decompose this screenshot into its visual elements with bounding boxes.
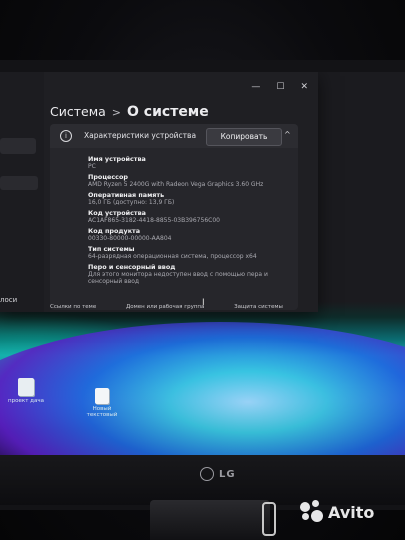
- prop-value-pen-touch: Для этого монитора недоступен ввод с пом…: [88, 271, 268, 285]
- prop-label-device-id: Код устройства: [88, 209, 146, 217]
- lg-circle-icon: [200, 467, 214, 481]
- wallpaper-bloom: [0, 322, 405, 455]
- lg-logo-text: LG: [219, 468, 236, 480]
- close-icon[interactable]: ✕: [300, 82, 308, 92]
- device-properties: Имя устройства PC Процессор AMD Ryzen 5 …: [88, 152, 288, 285]
- info-icon: i: [60, 130, 72, 142]
- sidebar-item-label[interactable]: лоси: [0, 296, 17, 304]
- prop-value-system-type: 64-разрядная операционная система, проце…: [88, 253, 257, 260]
- prop-label-device-name: Имя устройства: [88, 155, 146, 163]
- monitor-stand: [150, 500, 270, 540]
- sidebar-search-input[interactable]: [0, 138, 36, 154]
- settings-sidebar: лоси: [0, 72, 44, 312]
- related-link-protection[interactable]: Защита системы: [234, 304, 283, 310]
- prop-value-ram: 16,0 ГБ (доступно: 13,9 ГБ): [88, 199, 175, 206]
- avito-watermark-text: Avito: [328, 502, 375, 522]
- minimize-icon[interactable]: —: [251, 82, 260, 92]
- desktop-icon-label: Новый текстовый: [86, 406, 118, 418]
- breadcrumb: Система > О системе: [50, 104, 209, 120]
- avito-dots-icon: [300, 500, 324, 524]
- device-specs-title: Характеристики устройства: [84, 131, 197, 140]
- prop-label-processor: Процессор: [88, 173, 128, 181]
- prop-value-product-id: 00330-80000-00000-AA804: [88, 235, 172, 242]
- folder-image-icon: [18, 378, 34, 396]
- related-links-title: Ссылки по теме: [50, 304, 97, 310]
- desktop-icon-project[interactable]: проект дача: [4, 378, 48, 404]
- breadcrumb-parent[interactable]: Система: [50, 104, 106, 119]
- prop-label-system-type: Тип системы: [88, 245, 135, 253]
- device-specs-header[interactable]: i Характеристики устройства Копировать ^: [50, 124, 298, 148]
- breadcrumb-separator-icon: >: [111, 106, 122, 119]
- desktop-icon-text-file[interactable]: Новый текстовый: [80, 388, 124, 418]
- monitor-screen: лоси — ☐ ✕ Система > О системе i Характери…: [0, 72, 405, 455]
- copy-button[interactable]: Копировать: [206, 128, 282, 146]
- window-controls: — ☐ ✕: [251, 82, 308, 92]
- avito-watermark: Avito: [300, 500, 374, 524]
- maximize-icon[interactable]: ☐: [276, 82, 284, 92]
- prop-value-device-name: PC: [88, 163, 96, 170]
- text-document-icon: [95, 388, 109, 404]
- sidebar-item-system[interactable]: [0, 176, 38, 190]
- related-link-domain[interactable]: Домен или рабочая группа: [126, 304, 204, 310]
- related-links: Ссылки по теме Домен или рабочая группа …: [50, 304, 312, 312]
- prop-value-device-id: AC1AF865-3182-4418-8855-03B396756C00: [88, 217, 220, 224]
- device-specs-card: i Характеристики устройства Копировать ^…: [50, 124, 298, 310]
- chevron-up-icon[interactable]: ^: [284, 130, 291, 139]
- prop-label-ram: Оперативная память: [88, 191, 165, 199]
- page-title: О системе: [127, 104, 209, 120]
- prop-label-pen-touch: Перо и сенсорный ввод: [88, 263, 176, 271]
- desktop-icon-label: проект дача: [8, 398, 44, 404]
- prop-value-processor: AMD Ryzen 5 2400G with Radeon Vega Graph…: [88, 181, 264, 188]
- prop-label-product-id: Код продукта: [88, 227, 141, 235]
- stand-clip-icon: [262, 502, 276, 536]
- lg-logo: LG: [200, 467, 236, 481]
- settings-window: лоси — ☐ ✕ Система > О системе i Характери…: [0, 72, 318, 312]
